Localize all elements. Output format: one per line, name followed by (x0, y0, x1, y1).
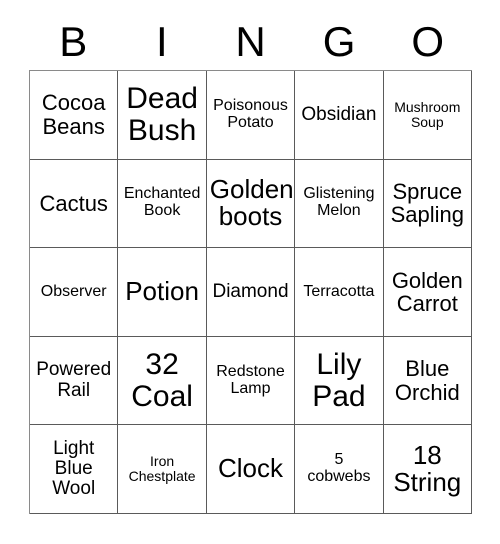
bingo-grid: Cocoa Beans Dead Bush Poisonous Potato O… (29, 70, 472, 514)
bingo-cell-i2-label: Enchanted Book (123, 185, 201, 220)
bingo-header-letter-g: G (295, 14, 384, 70)
bingo-header-letter-n: N (206, 14, 295, 70)
bingo-cell-n1-label: Poisonous Potato (213, 96, 288, 131)
bingo-cell-g5-label: 5 cobwebs (307, 451, 371, 486)
bingo-header-letter-o: O (383, 14, 472, 70)
bingo-cell-g5[interactable]: 5 cobwebs (295, 425, 384, 514)
bingo-cell-b3-label: Observer (40, 282, 107, 300)
bingo-cell-n3-label: Diamond (212, 280, 289, 302)
bingo-cell-g1-label: Obsidian (301, 103, 377, 125)
bingo-cell-n5-label: Clock (217, 453, 283, 484)
bingo-cell-b2-label: Cactus (39, 190, 108, 216)
bingo-cell-o4[interactable]: Blue Orchid (383, 336, 472, 426)
bingo-cell-o2[interactable]: Spruce Sapling (383, 159, 472, 249)
bingo-cell-i1-label: Dead Bush (126, 82, 198, 147)
bingo-header-letter-i: I (118, 14, 207, 70)
bingo-header-letter-n-text: N (235, 18, 266, 65)
bingo-cell-b1-label: Cocoa Beans (41, 90, 106, 139)
bingo-header-letter-o-text: O (411, 18, 444, 65)
bingo-cell-i4[interactable]: 32 Coal (118, 336, 207, 426)
bingo-header-letter-b: B (29, 14, 118, 70)
bingo-cell-n2-label: Golden boots (209, 173, 294, 232)
bingo-cell-i5[interactable]: Iron Chestplate (118, 425, 207, 514)
bingo-cell-o5[interactable]: 18 String (383, 425, 472, 514)
bingo-cell-b3[interactable]: Observer (30, 248, 119, 337)
bingo-cell-b4-label: Powered Rail (36, 359, 112, 401)
bingo-cell-n1[interactable]: Poisonous Potato (206, 71, 296, 160)
bingo-cell-n3[interactable]: Diamond (206, 248, 296, 337)
bingo-card: B I N G O Cocoa Beans Dead Bush Poisonou… (0, 0, 500, 544)
bingo-cell-n5[interactable]: Clock (206, 425, 296, 514)
bingo-cell-o4-label: Blue Orchid (394, 356, 460, 405)
bingo-header-letter-i-text: I (156, 18, 168, 65)
bingo-cell-b2[interactable]: Cactus (30, 159, 119, 249)
bingo-cell-n4-label: Redstone Lamp (216, 362, 285, 397)
bingo-cell-n2[interactable]: Golden boots (206, 159, 296, 249)
bingo-cell-o2-label: Spruce Sapling (390, 179, 464, 228)
bingo-cell-g3[interactable]: Terracotta (295, 248, 384, 337)
bingo-cell-i2[interactable]: Enchanted Book (118, 159, 207, 249)
bingo-cell-o3[interactable]: Golden Carrot (383, 248, 472, 337)
bingo-cell-i4-label: 32 Coal (131, 347, 193, 413)
bingo-cell-b1[interactable]: Cocoa Beans (30, 71, 119, 160)
bingo-cell-g2-label: Glistening Melon (303, 185, 375, 220)
bingo-cell-i1[interactable]: Dead Bush (118, 71, 207, 160)
bingo-cell-g4[interactable]: Lily Pad (295, 336, 384, 426)
bingo-cell-g2[interactable]: Glistening Melon (295, 159, 384, 249)
bingo-cell-i3[interactable]: Potion (118, 248, 207, 337)
bingo-cell-i5-label: Iron Chestplate (128, 453, 196, 485)
bingo-header-row: B I N G O (29, 14, 472, 70)
bingo-cell-g3-label: Terracotta (303, 282, 375, 300)
bingo-cell-b5[interactable]: Light Blue Wool (30, 425, 119, 514)
bingo-cell-o1-label: Mushroom Soup (394, 98, 461, 130)
bingo-cell-n4[interactable]: Redstone Lamp (206, 336, 296, 426)
bingo-header-letter-g-text: G (322, 18, 356, 65)
bingo-cell-g4-label: Lily Pad (312, 347, 366, 413)
bingo-cell-o5-label: 18 String (393, 439, 462, 498)
bingo-cell-g1[interactable]: Obsidian (295, 71, 384, 160)
bingo-cell-i3-label: Potion (125, 276, 199, 307)
bingo-cell-b5-label: Light Blue Wool (52, 438, 96, 500)
bingo-cell-o1[interactable]: Mushroom Soup (383, 71, 472, 160)
bingo-header-letter-b-text: B (59, 18, 88, 65)
bingo-cell-b4[interactable]: Powered Rail (30, 336, 119, 426)
bingo-cell-o3-label: Golden Carrot (391, 267, 463, 316)
